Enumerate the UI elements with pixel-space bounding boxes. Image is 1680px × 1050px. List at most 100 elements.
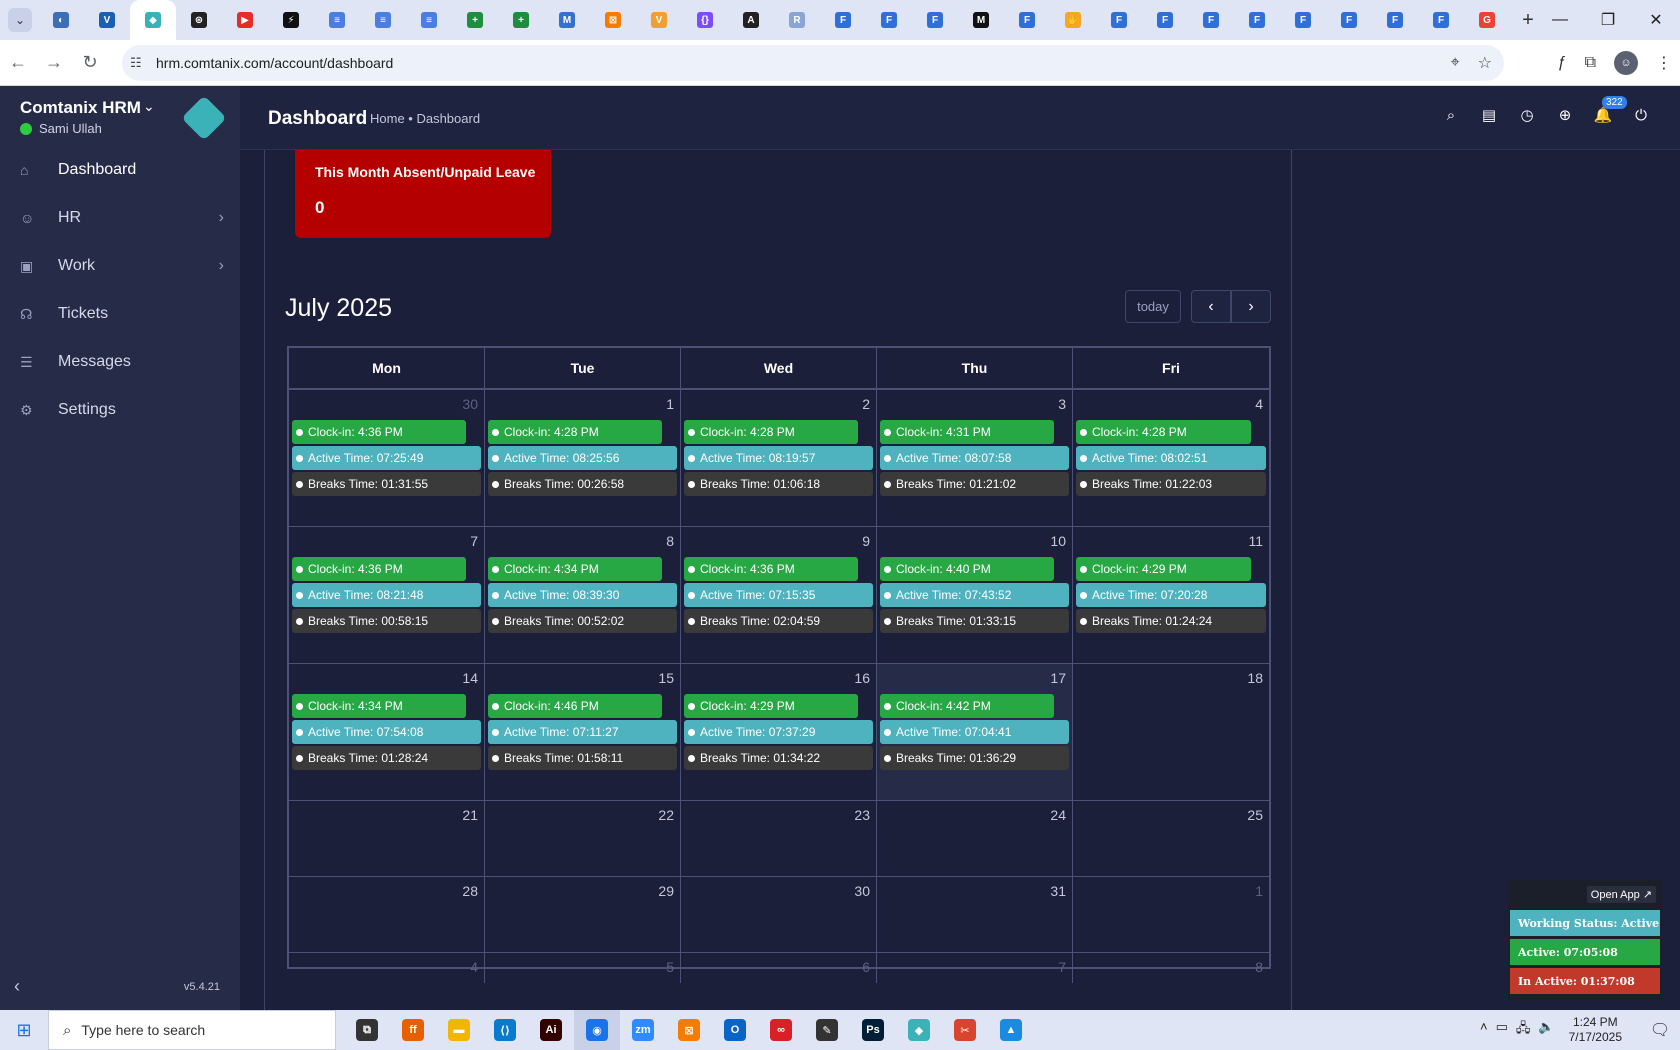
location-icon[interactable]: ⌖ (1451, 54, 1460, 72)
taskbar-app[interactable]: ▬ (436, 1010, 482, 1050)
date-number[interactable]: 29 (658, 883, 674, 899)
extension-f-icon[interactable]: ƒ (1558, 54, 1567, 72)
add-circle-icon[interactable]: ⊕ (1556, 106, 1574, 124)
clock-event[interactable]: Clock-in: 4:36 PM (292, 557, 466, 581)
date-number[interactable]: 4 (470, 959, 478, 975)
taskbar-app[interactable]: ▲ (988, 1010, 1034, 1050)
break-event[interactable]: Breaks Time: 00:52:02 (488, 609, 677, 633)
browser-tab[interactable]: ≡ (406, 0, 452, 40)
browser-tab[interactable]: M (958, 0, 1004, 40)
browser-tab[interactable]: F (1234, 0, 1280, 40)
date-number[interactable]: 16 (854, 670, 870, 686)
reload-icon[interactable]: ↻ (72, 45, 108, 81)
date-number[interactable]: 3 (1058, 396, 1066, 412)
taskbar-app[interactable]: ff (390, 1010, 436, 1050)
browser-tab[interactable]: ≡ (314, 0, 360, 40)
active-event[interactable]: Active Time: 07:43:52 (880, 583, 1069, 607)
search-icon[interactable]: ⌕ (1442, 106, 1460, 124)
date-number[interactable]: 23 (854, 807, 870, 823)
browser-tab[interactable]: R (774, 0, 820, 40)
date-number[interactable]: 4 (1255, 396, 1263, 412)
calendar-day-cell[interactable]: 15 Clock-in: 4:46 PM Active Time: 07:11:27… (485, 664, 681, 800)
clock-icon[interactable]: ◷ (1518, 106, 1536, 124)
browser-tab[interactable]: ⊛ (176, 0, 222, 40)
date-number[interactable]: 1 (666, 396, 674, 412)
clock-event[interactable]: Clock-in: 4:28 PM (684, 420, 858, 444)
active-event[interactable]: Active Time: 08:25:56 (488, 446, 677, 470)
date-number[interactable]: 8 (666, 533, 674, 549)
date-number[interactable]: 22 (658, 807, 674, 823)
display-icon[interactable]: ▭ (1496, 1019, 1508, 1041)
calendar-day-cell[interactable]: 25 (1073, 801, 1269, 876)
break-event[interactable]: Breaks Time: 02:04:59 (684, 609, 873, 633)
calendar-day-cell[interactable]: 3 Clock-in: 4:31 PM Active Time: 08:07:58 B… (877, 390, 1073, 526)
browser-tab[interactable]: F (1372, 0, 1418, 40)
browser-tab[interactable]: ◐ (38, 0, 84, 40)
calendar-day-cell[interactable]: 29 (485, 877, 681, 952)
omnibox[interactable]: ☷ hrm.comtanix.com/account/dashboard ⌖ ☆ (122, 45, 1504, 81)
breadcrumb[interactable]: Home • Dashboard (370, 111, 480, 126)
browser-tab[interactable]: + (452, 0, 498, 40)
date-number[interactable]: 5 (666, 959, 674, 975)
browser-tab[interactable]: V (84, 0, 130, 40)
close-icon[interactable]: ✕ (1632, 0, 1680, 40)
date-number[interactable]: 31 (1050, 883, 1066, 899)
taskbar-app[interactable]: ✎ (804, 1010, 850, 1050)
break-event[interactable]: Breaks Time: 00:58:15 (292, 609, 481, 633)
calendar-day-cell[interactable]: 22 (485, 801, 681, 876)
browser-tab[interactable]: ◆ (130, 0, 176, 40)
site-info-icon[interactable]: ☷ (130, 55, 150, 71)
break-event[interactable]: Breaks Time: 01:33:15 (880, 609, 1069, 633)
taskbar-app[interactable]: ✂ (942, 1010, 988, 1050)
minimize-icon[interactable]: — (1536, 0, 1584, 40)
sidebar-item-settings[interactable]: ⚙ Settings (0, 386, 240, 434)
calendar-day-cell[interactable]: 6 (681, 953, 877, 983)
clock-event[interactable]: Clock-in: 4:34 PM (488, 557, 662, 581)
chevron-up-icon[interactable]: ˄ (1480, 1019, 1488, 1041)
active-event[interactable]: Active Time: 08:07:58 (880, 446, 1069, 470)
browser-tab[interactable]: V (636, 0, 682, 40)
sidebar-item-messages[interactable]: ☰ Messages (0, 338, 240, 386)
active-event[interactable]: Active Time: 07:04:41 (880, 720, 1069, 744)
browser-menu-icon[interactable]: ⋮ (1656, 53, 1672, 73)
calendar-day-cell[interactable]: 16 Clock-in: 4:29 PM Active Time: 07:37:29… (681, 664, 877, 800)
clock-event[interactable]: Clock-in: 4:36 PM (684, 557, 858, 581)
calendar-day-cell[interactable]: 7 (877, 953, 1073, 983)
date-number[interactable]: 11 (1248, 533, 1263, 549)
date-number[interactable]: 25 (1247, 807, 1263, 823)
collapse-sidebar-icon[interactable]: ‹ (14, 976, 20, 997)
date-number[interactable]: 10 (1050, 533, 1066, 549)
clock-event[interactable]: Clock-in: 4:31 PM (880, 420, 1054, 444)
calendar-day-cell[interactable]: 18 (1073, 664, 1269, 800)
calendar-day-cell[interactable]: 23 (681, 801, 877, 876)
browser-tab[interactable]: ▶ (222, 0, 268, 40)
calendar-day-cell[interactable]: 8 Clock-in: 4:34 PM Active Time: 08:39:30 B… (485, 527, 681, 663)
browser-tab[interactable]: F (866, 0, 912, 40)
calendar-day-cell[interactable]: 1 (1073, 877, 1269, 952)
taskbar-app[interactable]: ⟨⟩ (482, 1010, 528, 1050)
date-number[interactable]: 28 (462, 883, 478, 899)
next-month-button[interactable]: › (1231, 290, 1271, 323)
profile-avatar[interactable]: ☺ (1614, 51, 1638, 75)
bookmark-star-icon[interactable]: ☆ (1478, 53, 1492, 73)
clock-event[interactable]: Clock-in: 4:28 PM (1076, 420, 1251, 444)
date-number[interactable]: 14 (462, 670, 478, 686)
bell-icon[interactable]: 🔔 322 (1594, 96, 1627, 124)
calendar-day-cell[interactable]: 30 (681, 877, 877, 952)
calendar-day-cell[interactable]: 10 Clock-in: 4:40 PM Active Time: 07:43:52… (877, 527, 1073, 663)
clock-event[interactable]: Clock-in: 4:40 PM (880, 557, 1054, 581)
calendar-day-cell[interactable]: 9 Clock-in: 4:36 PM Active Time: 07:15:35 B… (681, 527, 877, 663)
clock-event[interactable]: Clock-in: 4:29 PM (684, 694, 858, 718)
browser-tab[interactable]: ⊠ (590, 0, 636, 40)
browser-tab[interactable]: F (1142, 0, 1188, 40)
calendar-day-cell[interactable]: 8 (1073, 953, 1269, 983)
volume-icon[interactable]: 🔈 (1538, 1019, 1554, 1041)
taskbar-app[interactable]: O (712, 1010, 758, 1050)
date-number[interactable]: 30 (462, 396, 478, 412)
date-number[interactable]: 1 (1255, 883, 1263, 899)
extensions-puzzle-icon[interactable]: ⧉ (1585, 54, 1596, 72)
browser-tab[interactable]: F (1004, 0, 1050, 40)
browser-tab[interactable]: M (544, 0, 590, 40)
browser-tab[interactable]: ≡ (360, 0, 406, 40)
browser-tab[interactable]: F (1188, 0, 1234, 40)
